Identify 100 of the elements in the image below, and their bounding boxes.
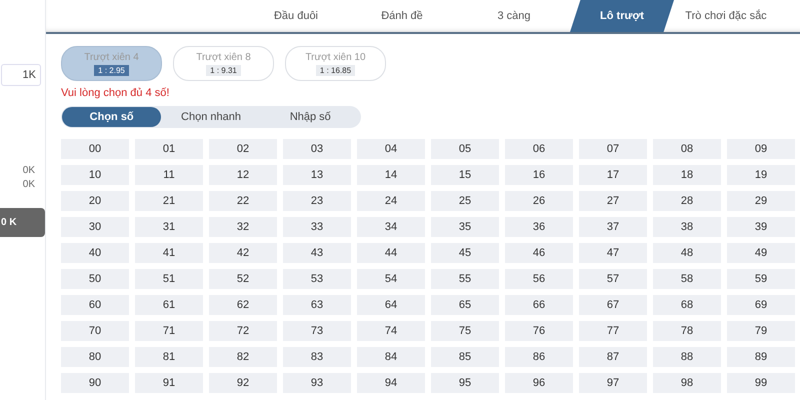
number-cell[interactable]: 60 [61, 295, 129, 315]
game-tab[interactable]: Trò chơi đặc sắc [674, 0, 778, 32]
number-cell[interactable]: 93 [283, 373, 351, 393]
number-cell[interactable]: 95 [431, 373, 499, 393]
number-cell[interactable]: 86 [505, 347, 573, 367]
number-cell[interactable]: 27 [579, 191, 647, 211]
number-cell[interactable]: 47 [579, 243, 647, 263]
number-cell[interactable]: 59 [727, 269, 795, 289]
number-cell[interactable]: 36 [505, 217, 573, 237]
number-cell[interactable]: 96 [505, 373, 573, 393]
number-cell[interactable]: 63 [283, 295, 351, 315]
bet-type-option[interactable]: Trượt xiên 10 1 : 16.85 [285, 46, 386, 81]
number-cell[interactable]: 76 [505, 321, 573, 341]
number-cell[interactable]: 07 [579, 139, 647, 159]
number-cell[interactable]: 58 [653, 269, 721, 289]
number-cell[interactable]: 90 [61, 373, 129, 393]
game-tab[interactable]: Đầu đuôi [246, 0, 346, 32]
number-cell[interactable]: 92 [209, 373, 277, 393]
number-cell[interactable]: 00 [61, 139, 129, 159]
number-cell[interactable]: 55 [431, 269, 499, 289]
number-cell[interactable]: 29 [727, 191, 795, 211]
submit-button[interactable]: 0 K [0, 208, 45, 237]
game-tab[interactable]: 3 càng [458, 0, 570, 32]
number-cell[interactable]: 11 [135, 165, 203, 185]
number-cell[interactable]: 18 [653, 165, 721, 185]
number-cell[interactable]: 45 [431, 243, 499, 263]
number-cell[interactable]: 38 [653, 217, 721, 237]
number-cell[interactable]: 15 [431, 165, 499, 185]
number-cell[interactable]: 56 [505, 269, 573, 289]
number-cell[interactable]: 24 [357, 191, 425, 211]
number-cell[interactable]: 98 [653, 373, 721, 393]
number-cell[interactable]: 30 [61, 217, 129, 237]
number-cell[interactable]: 70 [61, 321, 129, 341]
mode-tab[interactable]: Nhập số [260, 107, 360, 127]
amount-field[interactable]: 1K [1, 64, 41, 86]
number-cell[interactable]: 35 [431, 217, 499, 237]
number-cell[interactable]: 37 [579, 217, 647, 237]
number-cell[interactable]: 77 [579, 321, 647, 341]
number-cell[interactable]: 54 [357, 269, 425, 289]
number-cell[interactable]: 32 [209, 217, 277, 237]
number-cell[interactable]: 13 [283, 165, 351, 185]
number-cell[interactable]: 81 [135, 347, 203, 367]
number-cell[interactable]: 43 [283, 243, 351, 263]
number-cell[interactable]: 17 [579, 165, 647, 185]
number-cell[interactable]: 78 [653, 321, 721, 341]
number-cell[interactable]: 22 [209, 191, 277, 211]
number-cell[interactable]: 16 [505, 165, 573, 185]
number-cell[interactable]: 10 [61, 165, 129, 185]
number-cell[interactable]: 04 [357, 139, 425, 159]
number-cell[interactable]: 91 [135, 373, 203, 393]
number-cell[interactable]: 03 [283, 139, 351, 159]
number-cell[interactable]: 52 [209, 269, 277, 289]
number-cell[interactable]: 49 [727, 243, 795, 263]
number-cell[interactable]: 57 [579, 269, 647, 289]
number-cell[interactable]: 99 [727, 373, 795, 393]
number-cell[interactable]: 42 [209, 243, 277, 263]
number-cell[interactable]: 31 [135, 217, 203, 237]
number-cell[interactable]: 34 [357, 217, 425, 237]
number-cell[interactable]: 74 [357, 321, 425, 341]
number-cell[interactable]: 53 [283, 269, 351, 289]
bet-type-option[interactable]: Trượt xiên 4 1 : 2.95 [61, 46, 162, 81]
number-cell[interactable]: 40 [61, 243, 129, 263]
number-cell[interactable]: 25 [431, 191, 499, 211]
number-cell[interactable]: 50 [61, 269, 129, 289]
number-cell[interactable]: 89 [727, 347, 795, 367]
number-cell[interactable]: 26 [505, 191, 573, 211]
game-tab[interactable]: Đánh đề [346, 0, 458, 32]
number-cell[interactable]: 28 [653, 191, 721, 211]
number-cell[interactable]: 51 [135, 269, 203, 289]
number-cell[interactable]: 64 [357, 295, 425, 315]
game-tab[interactable]: Lô trượt [570, 0, 674, 32]
number-cell[interactable]: 09 [727, 139, 795, 159]
number-cell[interactable]: 66 [505, 295, 573, 315]
number-cell[interactable]: 73 [283, 321, 351, 341]
number-cell[interactable]: 62 [209, 295, 277, 315]
bet-type-option[interactable]: Trượt xiên 8 1 : 9.31 [173, 46, 274, 81]
number-cell[interactable]: 41 [135, 243, 203, 263]
number-cell[interactable]: 08 [653, 139, 721, 159]
number-cell[interactable]: 05 [431, 139, 499, 159]
number-cell[interactable]: 79 [727, 321, 795, 341]
number-cell[interactable]: 61 [135, 295, 203, 315]
number-cell[interactable]: 84 [357, 347, 425, 367]
number-cell[interactable]: 67 [579, 295, 647, 315]
number-cell[interactable]: 46 [505, 243, 573, 263]
number-cell[interactable]: 06 [505, 139, 573, 159]
mode-tab[interactable]: Chọn số [62, 107, 162, 127]
number-cell[interactable]: 68 [653, 295, 721, 315]
number-cell[interactable]: 88 [653, 347, 721, 367]
number-cell[interactable]: 82 [209, 347, 277, 367]
number-cell[interactable]: 19 [727, 165, 795, 185]
number-cell[interactable]: 44 [357, 243, 425, 263]
number-cell[interactable]: 21 [135, 191, 203, 211]
number-cell[interactable]: 12 [209, 165, 277, 185]
number-cell[interactable]: 85 [431, 347, 499, 367]
number-cell[interactable]: 83 [283, 347, 351, 367]
number-cell[interactable]: 23 [283, 191, 351, 211]
mode-tab[interactable]: Chọn nhanh [161, 107, 261, 127]
number-cell[interactable]: 02 [209, 139, 277, 159]
number-cell[interactable]: 01 [135, 139, 203, 159]
number-cell[interactable]: 14 [357, 165, 425, 185]
